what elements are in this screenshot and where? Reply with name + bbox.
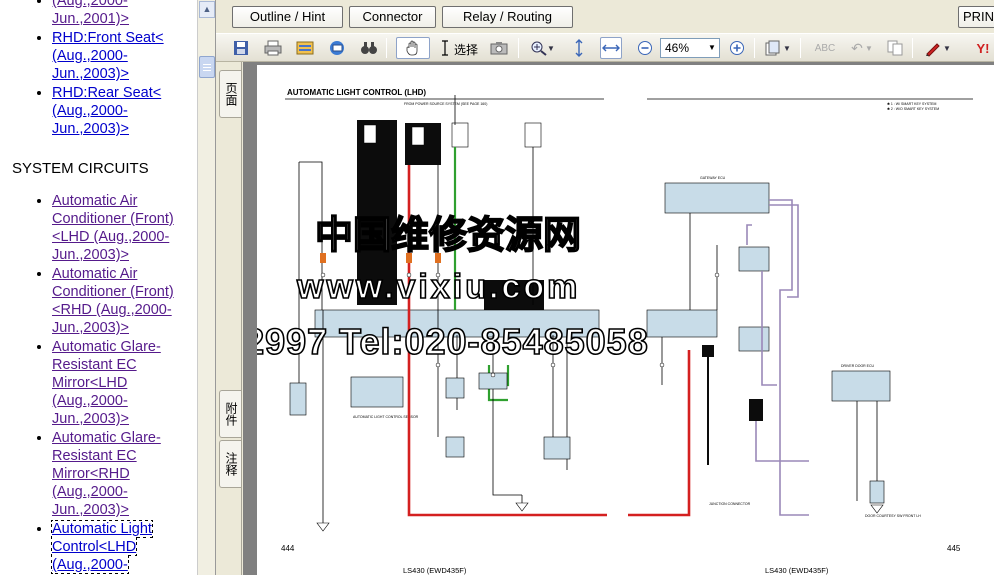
note-smart-key: ✱ 1 : W/ SMART KEY SYSTEM bbox=[887, 102, 937, 106]
snapshot-camera-icon[interactable] bbox=[488, 37, 510, 59]
zoom-field-dropdown-icon[interactable]: ▼ bbox=[705, 39, 719, 57]
yahoo-icon[interactable]: Y! bbox=[972, 37, 994, 59]
email-icon[interactable] bbox=[326, 37, 348, 59]
pdf-toolbar: 选择 ▼ 46% ▼ ▼ ABC ↶ ▼ ▼ Y! bbox=[216, 33, 994, 62]
ground-symbol-mid bbox=[515, 495, 529, 512]
light-sensor-box bbox=[350, 376, 404, 408]
page-number-left: 444 bbox=[281, 544, 295, 553]
print-icon[interactable] bbox=[262, 37, 284, 59]
pen-highlight-icon[interactable] bbox=[922, 37, 944, 59]
gateway-ecu-box bbox=[664, 182, 770, 214]
connector-button[interactable]: Connector bbox=[349, 6, 436, 28]
power-source-note: FROM POWER SOURCE SYSTEM (SEE PAGE 160) bbox=[404, 102, 487, 106]
tab-comments[interactable]: 注释 bbox=[219, 440, 241, 488]
tab-pages[interactable]: 页面 bbox=[219, 70, 241, 118]
footer-left: LS430 (EWD435F) bbox=[403, 566, 467, 575]
document-page: AUTOMATIC LIGHT CONTROL (LHD) FROM POWER… bbox=[257, 65, 994, 575]
footer-right: LS430 (EWD435F) bbox=[765, 566, 829, 575]
top-button-bar: Outline / Hint Connector Relay / Routing… bbox=[216, 0, 994, 33]
nav-link[interactable]: RHD:Rear Seat< (Aug.,2000- Jun.,2003)> bbox=[52, 85, 161, 137]
nav-list-circuits: Automatic Air Conditioner (Front) <LHD (… bbox=[0, 192, 196, 574]
spell-check-icon[interactable]: ABC bbox=[814, 37, 836, 59]
print-button[interactable]: PRIN bbox=[958, 6, 994, 28]
navigation-pane: (Aug.,2000- Jun.,2001)> RHD:Front Seat< … bbox=[0, 0, 216, 575]
note-no-smart-key: ✱ 2 : W/O SMART KEY SYSTEM bbox=[887, 107, 939, 111]
side-tabs-panel: 页面 附件 注释 bbox=[216, 62, 242, 575]
ground-symbol-left bbox=[316, 515, 330, 532]
ground-symbol-right bbox=[870, 504, 884, 514]
integration-ecu bbox=[646, 309, 718, 338]
select-tool-label[interactable]: 选择 bbox=[454, 41, 478, 58]
scroll-thumb[interactable] bbox=[199, 56, 215, 78]
wiring-diagram: AUTOMATIC LIGHT CONTROL (LHD) FROM POWER… bbox=[257, 88, 973, 575]
organizer-icon[interactable] bbox=[294, 37, 316, 59]
gateway-ecu-label: GATEWAY ECU bbox=[700, 176, 726, 180]
zoom-out-icon[interactable] bbox=[634, 37, 656, 59]
nav-link[interactable]: Automatic Air Conditioner (Front) <RHD (… bbox=[52, 266, 174, 336]
nav-item-rhd-seat-prev[interactable]: (Aug.,2000- Jun.,2001)> bbox=[52, 0, 196, 28]
nav-section-title: SYSTEM CIRCUITS bbox=[12, 160, 149, 177]
nav-item-ac-front-rhd[interactable]: Automatic Air Conditioner (Front) <RHD (… bbox=[52, 265, 196, 337]
nav-link[interactable]: RHD:Front Seat< (Aug.,2000- Jun.,2003)> bbox=[52, 30, 164, 82]
nav-link[interactable]: Automatic Light Control<LHD (Aug.,2000- bbox=[51, 520, 153, 574]
relay-routing-button[interactable]: Relay / Routing bbox=[442, 6, 573, 28]
rotate-dropdown-chevron-icon[interactable]: ▼ bbox=[782, 37, 792, 59]
door-switch-label: DOOR COURTESY SW FRONT LH bbox=[865, 514, 921, 518]
watermark-line1: 中国维修资源网 bbox=[315, 215, 581, 257]
nav-link[interactable]: Automatic Glare- Resistant EC Mirror<RHD… bbox=[52, 430, 161, 518]
zoom-value: 46% bbox=[665, 41, 690, 55]
nav-item-ec-mirror-lhd[interactable]: Automatic Glare- Resistant EC Mirror<LHD… bbox=[52, 338, 196, 428]
battery-symbol bbox=[289, 382, 307, 416]
toolbar-separator bbox=[800, 38, 801, 58]
select-text-cursor-icon[interactable] bbox=[434, 37, 456, 59]
diagram-title: AUTOMATIC LIGHT CONTROL (LHD) bbox=[287, 88, 426, 97]
nav-link[interactable]: (Aug.,2000- Jun.,2001)> bbox=[52, 0, 129, 27]
rotate-pages-icon[interactable] bbox=[762, 37, 784, 59]
watermark-line3: QQ:83882997 Tel:020-85485058 bbox=[257, 321, 649, 362]
scroll-up-arrow-icon[interactable]: ▲ bbox=[199, 1, 215, 18]
document-viewport[interactable]: AUTOMATIC LIGHT CONTROL (LHD) FROM POWER… bbox=[243, 62, 994, 575]
zoom-level-field[interactable]: 46% ▼ bbox=[660, 38, 720, 58]
driver-door-ecu-label: DRIVER DOOR ECU bbox=[841, 364, 875, 368]
toolbar-separator bbox=[386, 38, 387, 58]
nav-link[interactable]: Automatic Glare- Resistant EC Mirror<LHD… bbox=[52, 339, 161, 427]
nav-item-rhd-rear-seat[interactable]: RHD:Rear Seat< (Aug.,2000- Jun.,2003)> bbox=[52, 84, 196, 138]
fit-width-icon[interactable] bbox=[600, 37, 622, 59]
hand-tool-icon[interactable] bbox=[396, 37, 430, 59]
nav-item-light-control-lhd[interactable]: Automatic Light Control<LHD (Aug.,2000- bbox=[51, 520, 196, 574]
tab-attachments[interactable]: 附件 bbox=[219, 390, 241, 438]
junction-label: JUNCTION CONNECTOR bbox=[709, 502, 751, 506]
nav-item-ac-front-lhd[interactable]: Automatic Air Conditioner (Front) <LHD (… bbox=[52, 192, 196, 264]
outline-hint-button[interactable]: Outline / Hint bbox=[232, 6, 343, 28]
page-number-right: 445 bbox=[947, 544, 961, 553]
toolbar-separator bbox=[754, 38, 755, 58]
search-binoculars-icon[interactable] bbox=[358, 37, 380, 59]
zoom-in-icon[interactable] bbox=[726, 37, 748, 59]
purple-wire-left bbox=[769, 199, 809, 516]
nav-item-ec-mirror-rhd[interactable]: Automatic Glare- Resistant EC Mirror<RHD… bbox=[52, 429, 196, 519]
save-icon[interactable] bbox=[230, 37, 252, 59]
fit-height-icon[interactable] bbox=[568, 37, 590, 59]
nav-link[interactable]: Automatic Air Conditioner (Front) <LHD (… bbox=[52, 193, 174, 263]
watermark-line2: www.vixiu.com bbox=[296, 268, 580, 306]
viewer-area: Outline / Hint Connector Relay / Routing… bbox=[216, 0, 994, 575]
toolbar-separator bbox=[912, 38, 913, 58]
nav-list-top: (Aug.,2000- Jun.,2001)> RHD:Front Seat< … bbox=[0, 0, 196, 138]
nav-item-rhd-front-seat[interactable]: RHD:Front Seat< (Aug.,2000- Jun.,2003)> bbox=[52, 29, 196, 83]
nav-content: (Aug.,2000- Jun.,2001)> RHD:Front Seat< … bbox=[0, 0, 196, 575]
nav-scrollbar[interactable]: ▲ bbox=[197, 0, 215, 575]
pen-dropdown-chevron-icon[interactable]: ▼ bbox=[942, 37, 952, 59]
red-wire-right bbox=[628, 350, 691, 517]
toolbar-separator bbox=[518, 38, 519, 58]
app-window: (Aug.,2000- Jun.,2001)> RHD:Front Seat< … bbox=[0, 0, 994, 575]
undo-dropdown-chevron-icon[interactable]: ▼ bbox=[864, 37, 874, 59]
zoom-dropdown-chevron-icon[interactable]: ▼ bbox=[546, 37, 556, 59]
driver-door-ecu-box bbox=[831, 370, 891, 402]
copy-icon[interactable] bbox=[884, 37, 906, 59]
watermark: 中国维修资源网 www.vixiu.com QQ:83882997 Tel:02… bbox=[257, 214, 649, 363]
